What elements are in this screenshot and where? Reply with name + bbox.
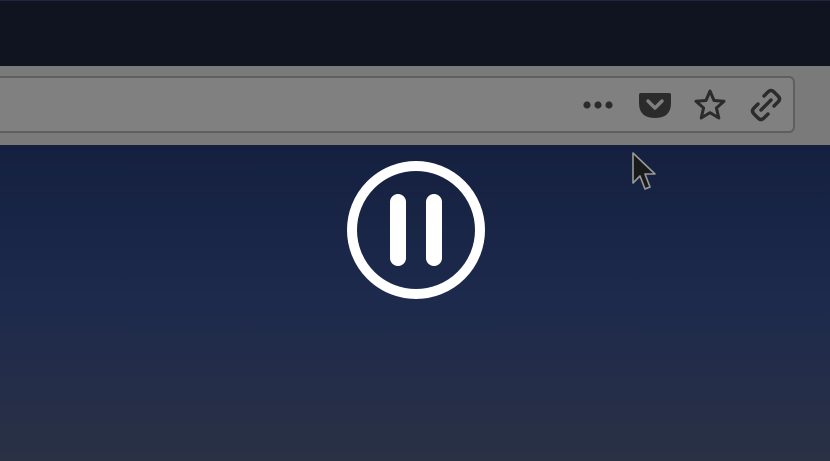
pocket-icon[interactable] [636, 86, 674, 124]
screen [0, 0, 830, 461]
address-bar[interactable] [0, 76, 795, 133]
mouse-cursor-icon [631, 151, 661, 193]
window-title-bar [0, 0, 830, 66]
more-options-icon[interactable] [579, 86, 617, 124]
browser-toolbar [0, 66, 830, 145]
pause-icon[interactable] [346, 160, 486, 300]
bookmark-star-icon[interactable] [691, 86, 729, 124]
link-icon[interactable] [747, 86, 785, 124]
